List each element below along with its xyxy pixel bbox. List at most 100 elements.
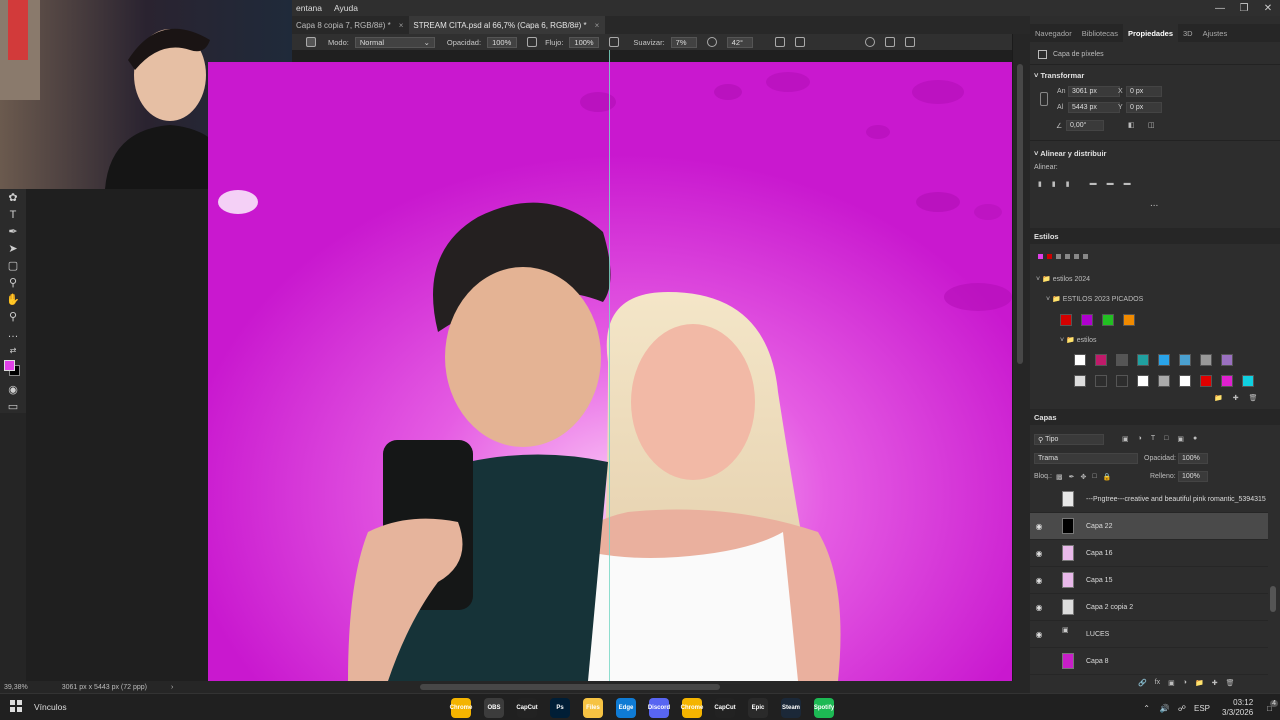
style-swatch[interactable] [1116,354,1128,366]
style-swatch[interactable] [1137,354,1149,366]
style-swatch[interactable] [1060,314,1072,326]
notifications-icon[interactable]: □ 4 [1267,699,1278,713]
transform-header[interactable]: ˅ Transformar [1034,71,1084,80]
taskbar-app-discord[interactable]: Discord [648,698,670,718]
filter-smart-icon[interactable]: ▣ [1177,435,1184,443]
close-tab-icon[interactable]: × [595,21,600,30]
link-icon[interactable] [1040,92,1048,106]
add-mask-icon[interactable]: ▣ [1168,679,1175,687]
share-icon[interactable] [904,37,915,47]
opacity-input[interactable]: 100% [1178,453,1208,464]
suavizar-input[interactable]: 7% [670,36,697,48]
chevron-up-icon[interactable]: ⌃ [1143,704,1150,713]
adjustment-icon[interactable]: ◑ [1183,679,1187,687]
style-swatch[interactable] [1158,375,1170,387]
language-indicator[interactable]: ESP [1194,704,1210,713]
gear-icon[interactable] [706,37,717,47]
style-folder-2023[interactable]: ˅ 📁 ESTILOS 2023 PICADOS [1046,295,1143,303]
taskbar-app-files[interactable]: Files [583,698,603,718]
style-swatch[interactable] [1095,375,1107,387]
style-chip[interactable] [1038,254,1043,259]
tab-propiedades[interactable]: Propiedades [1122,24,1178,42]
close-tab-icon[interactable]: × [399,21,404,30]
menu-ayuda[interactable]: Ayuda [334,3,358,13]
taskbar-app-chrome[interactable]: Chrome [681,698,703,718]
tab-navegador[interactable]: Navegador [1030,24,1077,42]
style-chip[interactable] [1047,254,1052,259]
style-swatch[interactable] [1158,354,1170,366]
fx-icon[interactable]: fx [1155,679,1160,687]
fill-input[interactable]: 100% [1178,471,1208,482]
flip-vertical-icon[interactable]: ◫ [1148,121,1155,129]
airbrush-icon[interactable] [609,37,620,47]
lock-paint-icon[interactable]: ✒ [1069,473,1075,481]
align-left-icon[interactable]: ▮ [1038,180,1042,188]
visibility-eye-icon[interactable]: ◉ [1030,576,1048,585]
scroll-thumb[interactable] [420,684,720,690]
search-icon[interactable] [864,37,875,47]
horizontal-scrollbar[interactable] [208,681,1030,693]
swap-colors-icon[interactable]: ⇄ [0,342,26,359]
layer-row[interactable]: ◉ ▣ LUCES [1030,621,1268,648]
align-right-icon[interactable]: ▮ [1066,180,1070,188]
color-swatches[interactable] [0,359,26,381]
taskbar-links-label[interactable]: Vínculos [34,702,67,712]
taskbar-app-capcut[interactable]: CapCut [516,698,538,718]
menu-ventana[interactable]: entana [296,3,322,13]
height-input[interactable]: 5443 px [1068,102,1120,113]
flip-horizontal-icon[interactable]: ◧ [1128,121,1135,129]
tab-capa8[interactable]: Capa 8 copia 7, RGB/8#) * × [292,16,409,34]
align-center-h-icon[interactable]: ▮ [1052,180,1056,188]
layer-row[interactable]: ▣Grupo 2 [1030,675,1268,678]
filter-shape-icon[interactable]: □ [1164,435,1168,443]
layer-row[interactable]: ---Pngtree---creative and beautiful pink… [1030,486,1268,513]
angle-input[interactable]: 42° [726,36,753,48]
lock-move-icon[interactable]: ✥ [1081,473,1087,481]
new-group-icon[interactable]: 📁 [1195,679,1204,687]
align-header[interactable]: ˅ Alinear y distribuir [1034,149,1106,158]
taskbar-app-edge[interactable]: Edge [616,698,636,718]
style-swatch[interactable] [1074,354,1086,366]
scroll-thumb[interactable] [1017,64,1023,364]
style-chip[interactable] [1083,254,1088,259]
style-swatch[interactable] [1081,314,1093,326]
windows-start-icon[interactable] [10,700,22,712]
layer-row[interactable]: ◉ Capa 16 [1030,540,1268,567]
flujo-input[interactable]: 100% [569,36,600,48]
zoom-level[interactable]: 39,38% [4,684,28,691]
new-layer-icon[interactable]: ✚ [1212,679,1218,687]
filter-toggle-icon[interactable]: ● [1193,435,1197,443]
width-input[interactable]: 3061 px [1068,86,1120,97]
align-top-icon[interactable]: ▬ [1090,180,1097,188]
visibility-eye-icon[interactable]: ◉ [1030,549,1048,558]
filter-adjust-icon[interactable]: ◑ [1138,435,1142,443]
clock[interactable]: 03:12 3/3/2026 [1222,698,1253,718]
lock-artboard-icon[interactable]: □ [1092,473,1096,481]
layer-row[interactable]: ◉ Capa 22 [1030,513,1268,540]
style-swatch[interactable] [1242,375,1254,387]
taskbar-app-capcut[interactable]: CapCut [714,698,736,718]
x-input[interactable]: 0 px [1126,86,1162,97]
rectangle-tool-icon[interactable]: ▢ [0,257,26,274]
layers-scrollbar[interactable] [1270,586,1276,612]
folder-icon[interactable]: 📁 [1214,394,1223,402]
visibility-eye-icon[interactable]: ◉ [1030,522,1048,531]
vertical-scrollbar[interactable] [1012,34,1030,681]
tab-3d[interactable]: 3D [1178,24,1198,42]
style-swatch[interactable] [1123,314,1135,326]
document-canvas[interactable] [208,62,1012,681]
style-swatch[interactable] [1074,375,1086,387]
style-swatch[interactable] [1221,375,1233,387]
more-options-icon[interactable]: ... [1150,198,1158,209]
tab-ajustes[interactable]: Ajustes [1198,24,1233,42]
taskbar-app-spotify[interactable]: Spotify [814,698,834,718]
taskbar-app-ps[interactable]: Ps [550,698,570,718]
pressure-opacity-icon[interactable] [527,37,538,47]
quick-mask-icon[interactable]: ◉ [0,381,26,398]
zoom-tool-icon[interactable]: ⚲ [0,308,26,325]
lock-pixels-icon[interactable]: ▩ [1056,473,1063,481]
style-chip[interactable] [1056,254,1061,259]
brush-preset-icon[interactable] [306,37,316,47]
vertical-guide[interactable] [609,50,610,681]
filter-pixel-icon[interactable]: ▣ [1122,435,1129,443]
